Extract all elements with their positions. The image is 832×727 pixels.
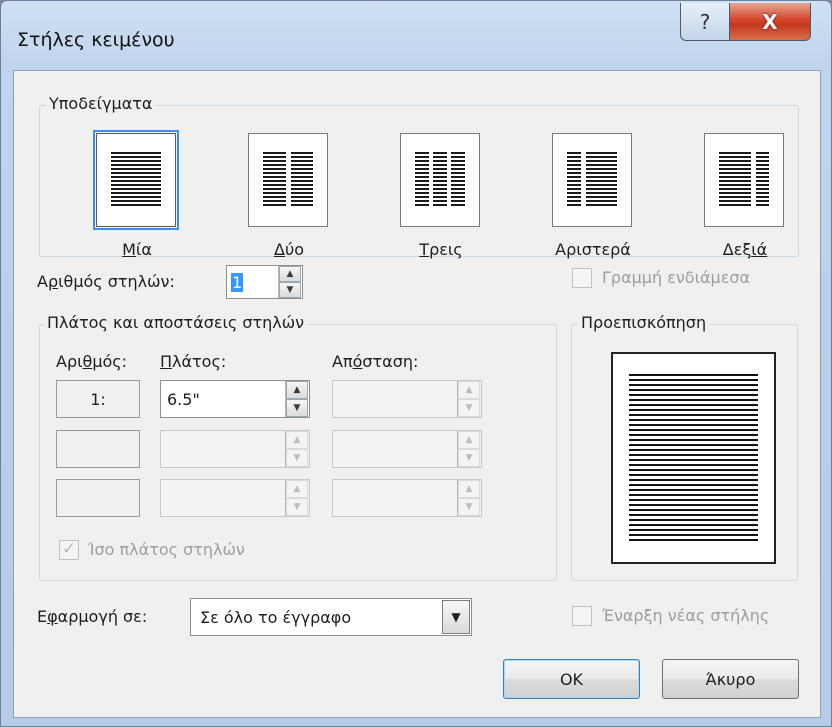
help-button[interactable]: ? <box>680 3 730 41</box>
columns-count-value: 1 <box>231 272 244 292</box>
spacing-input-row-2: ▲ ▼ <box>332 430 482 468</box>
ok-button[interactable]: OK <box>503 659 640 699</box>
col-number-header: Αριθμός: <box>56 352 128 371</box>
window-title: Στήλες κειμένου <box>17 29 175 51</box>
width-spacing-legend: Πλάτος και αποστάσεις στηλών <box>44 313 308 332</box>
spin-up-icon: ▲ <box>286 480 308 498</box>
spin-down-icon: ▼ <box>458 449 480 467</box>
width-input-row-3: ▲ ▼ <box>160 479 310 517</box>
spacing-header: Απόσταση: <box>332 352 419 371</box>
spin-down-icon[interactable]: ▼ <box>286 399 308 417</box>
preset-two-icon <box>248 133 328 227</box>
preset-one-label: Mία <box>122 240 152 259</box>
apply-to-dropdown[interactable]: Σε όλο το έγγραφο ▼ <box>190 598 472 636</box>
presets-legend: Υποδείγματα <box>46 94 156 113</box>
preset-one[interactable]: Mία <box>71 130 203 293</box>
equal-width-checkbox <box>59 539 79 560</box>
width-input-row-1[interactable]: 6.5" ▲ ▼ <box>160 380 310 418</box>
spin-down-icon[interactable]: ▼ <box>279 282 301 298</box>
spin-down-icon: ▼ <box>458 498 480 516</box>
spin-down-icon: ▼ <box>286 449 308 467</box>
new-column-label: Έναρξη νέας στήλης <box>602 606 770 625</box>
dropdown-arrow-icon[interactable]: ▼ <box>442 600 470 634</box>
close-icon: X <box>762 9 778 34</box>
preset-three[interactable]: Τρεις <box>375 133 507 293</box>
width-input-row-2: ▲ ▼ <box>160 430 310 468</box>
preset-two-label: Δύο <box>274 240 304 259</box>
preset-right-icon <box>704 133 784 227</box>
row-number-cell <box>56 479 140 517</box>
spin-up-icon: ▲ <box>458 480 480 498</box>
help-icon: ? <box>699 9 711 34</box>
columns-count-spinner[interactable]: 1 ▲ ▼ <box>226 265 303 299</box>
equal-width-label: Ίσο πλάτος στηλών <box>88 540 245 559</box>
preset-three-label: Τρεις <box>419 240 463 259</box>
dialog-client: Υποδείγματα Mία Δύο Τρεις Αριστερά Δεξιά… <box>13 70 821 718</box>
preview-legend: Προεπισκόπηση <box>578 313 710 332</box>
preset-one-icon <box>93 130 179 230</box>
preset-three-icon <box>400 133 480 227</box>
spin-down-icon: ▼ <box>286 498 308 516</box>
preset-left-icon <box>552 133 632 227</box>
columns-count-label: Αριθμός στηλών: <box>37 272 175 291</box>
spin-up-icon: ▲ <box>458 431 480 449</box>
width-value-row-1: 6.5" <box>167 389 200 409</box>
spin-up-icon: ▲ <box>458 381 480 399</box>
preset-right-label: Δεξιά <box>722 240 768 259</box>
spin-up-icon[interactable]: ▲ <box>279 266 301 282</box>
cancel-button[interactable]: Άκυρο <box>662 659 799 699</box>
spin-up-icon[interactable]: ▲ <box>286 381 308 399</box>
preset-left-label: Αριστερά <box>555 240 631 259</box>
spin-up-icon: ▲ <box>286 431 308 449</box>
preview-page <box>611 352 776 564</box>
width-header: Πλάτος: <box>160 352 227 371</box>
preview-text-lines <box>629 374 758 542</box>
new-column-checkbox <box>572 606 592 626</box>
spacing-input-row-1: ▲ ▼ <box>332 380 482 418</box>
line-between-label: Γραμμή ενδιάμεσα <box>602 268 751 287</box>
line-between-checkbox[interactable] <box>572 268 592 288</box>
spin-down-icon: ▼ <box>458 399 480 417</box>
row-number-cell <box>56 430 140 468</box>
spacing-input-row-3: ▲ ▼ <box>332 479 482 517</box>
row-number-cell: 1: <box>56 380 140 418</box>
apply-to-label: Εφαρμογή σε: <box>37 607 148 626</box>
dialog-window: Στήλες κειμένου ? X Υποδείγματα Mία Δύο <box>0 0 832 727</box>
close-button[interactable]: X <box>729 3 811 41</box>
apply-to-value: Σε όλο το έγγραφο <box>200 607 352 627</box>
